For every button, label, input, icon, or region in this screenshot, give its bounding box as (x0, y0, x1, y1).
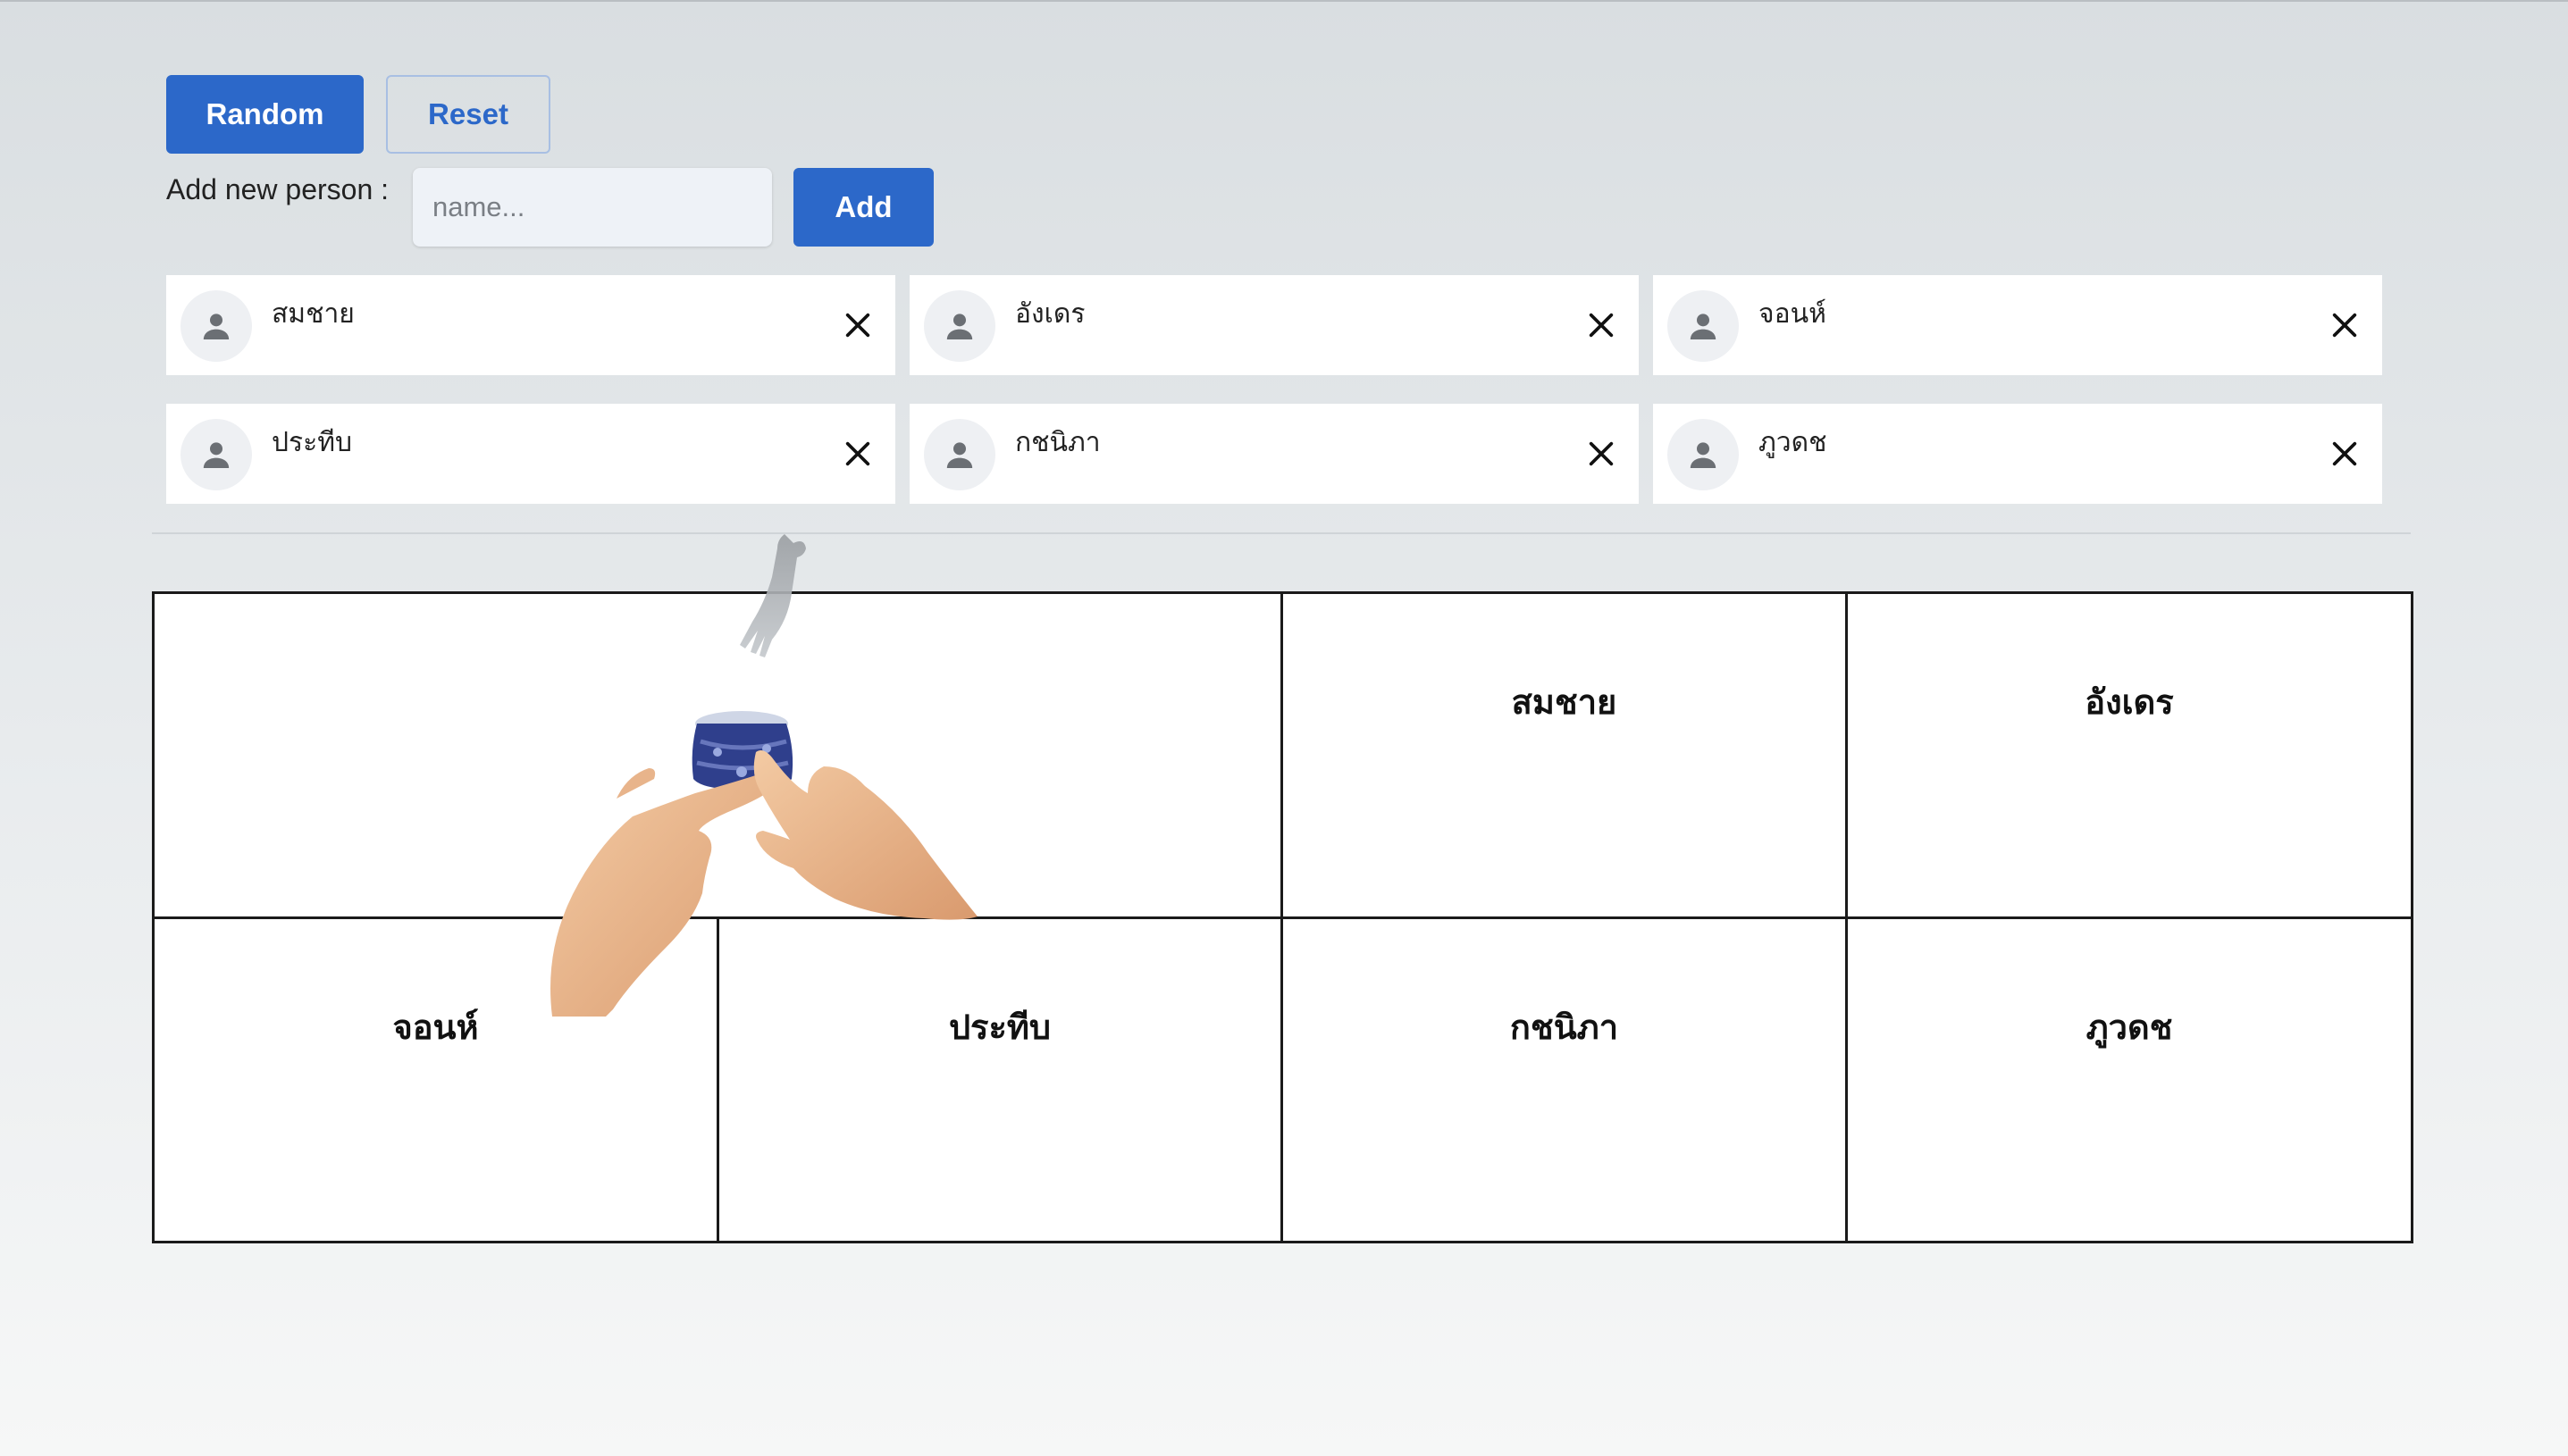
person-card: กชนิภา (910, 404, 1639, 504)
person-card: สมชาย (166, 275, 895, 375)
name-input[interactable] (413, 168, 772, 247)
person-card: ภูวดช (1653, 404, 2382, 504)
person-icon (180, 419, 252, 490)
add-person-label: Add new person : (166, 173, 390, 205)
remove-person-button[interactable] (835, 302, 881, 348)
person-name: อังเดร (1015, 298, 1086, 330)
remove-person-button[interactable] (2321, 302, 2368, 348)
seat-cell: ภูวดช (1845, 916, 2413, 1243)
seat-label: จอนห์ (392, 1008, 479, 1047)
seat-cell (152, 591, 1283, 919)
seat-cell: อังเดร (1845, 591, 2413, 919)
seat-label: ประทีบ (948, 1008, 1052, 1047)
person-icon (1667, 290, 1739, 362)
person-name: ภูวดช (1758, 427, 1827, 458)
person-name: ประทีบ (272, 427, 353, 458)
person-icon (924, 290, 995, 362)
person-icon (924, 419, 995, 490)
person-name: กชนิภา (1015, 427, 1101, 458)
close-icon (845, 441, 870, 466)
close-icon (1589, 313, 1614, 338)
seat-cell: กชนิภา (1280, 916, 1848, 1243)
random-button[interactable]: Random (166, 75, 364, 154)
person-name: จอนห์ (1758, 298, 1826, 330)
close-icon (845, 313, 870, 338)
person-card: จอนห์ (1653, 275, 2382, 375)
remove-person-button[interactable] (1578, 431, 1624, 477)
person-icon (180, 290, 252, 362)
person-name: สมชาย (272, 298, 355, 330)
seat-cell: จอนห์ (152, 916, 719, 1243)
seat-label: อังเดร (2085, 682, 2174, 722)
person-card: ประทีบ (166, 404, 895, 504)
seat-label: ภูวดช (2085, 1008, 2173, 1047)
remove-person-button[interactable] (835, 431, 881, 477)
seat-label: สมชาย (1511, 682, 1617, 722)
person-card: อังเดร (910, 275, 1639, 375)
add-button[interactable]: Add (793, 168, 934, 247)
close-icon (2332, 441, 2357, 466)
seat-label: กชนิภา (1509, 1008, 1619, 1047)
remove-person-button[interactable] (2321, 431, 2368, 477)
close-icon (1589, 441, 1614, 466)
person-icon (1667, 419, 1739, 490)
remove-person-button[interactable] (1578, 302, 1624, 348)
seat-cell: ประทีบ (717, 916, 1283, 1243)
reset-button[interactable]: Reset (386, 75, 550, 154)
seat-cell: สมชาย (1280, 591, 1848, 919)
seat-grid: สมชาย อังเดร จอนห์ ประทีบ กชนิภา ภูวดช (152, 591, 2413, 1243)
close-icon (2332, 313, 2357, 338)
divider (152, 532, 2411, 534)
